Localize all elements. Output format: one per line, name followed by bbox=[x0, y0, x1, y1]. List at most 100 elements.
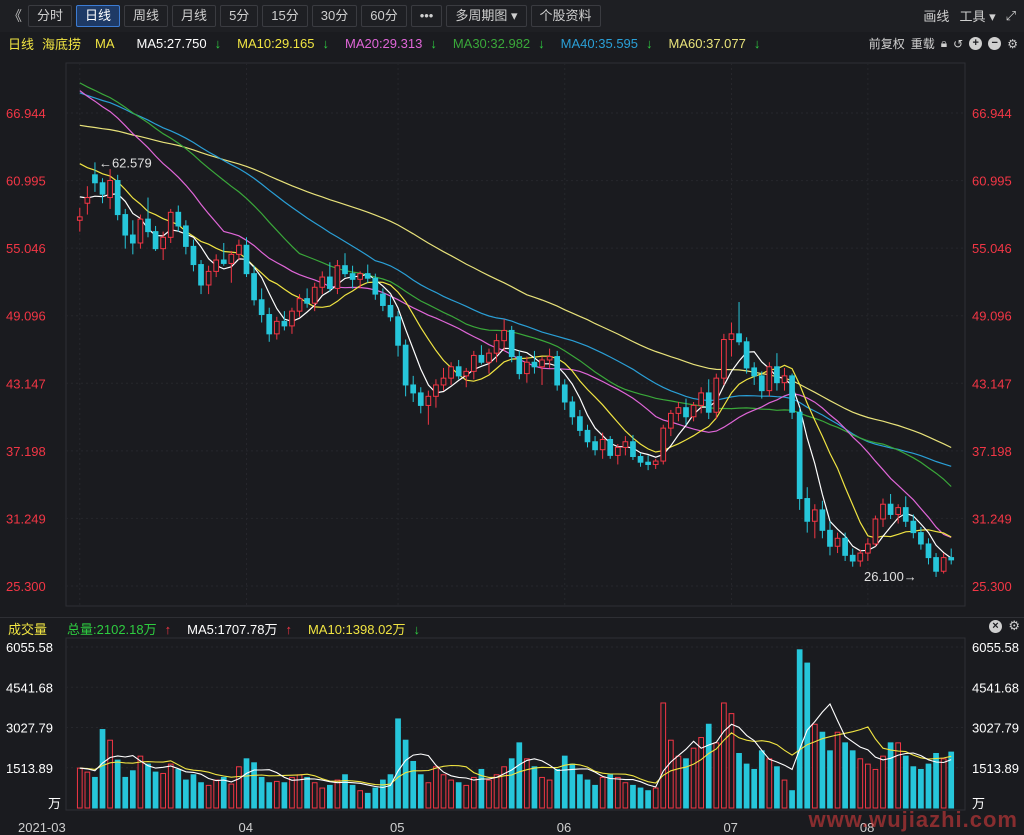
candle-body bbox=[304, 298, 310, 304]
candle-body bbox=[455, 366, 462, 377]
candle-body bbox=[645, 461, 651, 465]
volume-tick-right: 1513.89 bbox=[972, 761, 1019, 776]
candle-body bbox=[417, 392, 424, 406]
x-tick-label: 07 bbox=[723, 820, 737, 835]
x-tick-label: 06 bbox=[557, 820, 571, 835]
volume-bar bbox=[925, 763, 932, 809]
volume-bar bbox=[630, 784, 636, 809]
candle-body bbox=[319, 276, 326, 288]
volume-bar bbox=[690, 747, 697, 809]
volume-bar bbox=[584, 779, 591, 809]
volume-bar bbox=[880, 755, 886, 809]
volume-bar bbox=[349, 784, 356, 809]
candle-body bbox=[463, 370, 470, 377]
candle-body bbox=[721, 339, 727, 379]
candle-body bbox=[675, 407, 682, 414]
volume-bar bbox=[940, 758, 947, 809]
volume-bar bbox=[728, 713, 735, 809]
candle-body bbox=[736, 333, 742, 343]
volume-bar bbox=[281, 782, 288, 809]
candle-body bbox=[327, 276, 333, 289]
candle-body bbox=[667, 412, 674, 429]
volume-bar bbox=[198, 782, 204, 809]
candle-body bbox=[910, 520, 917, 534]
candle-body bbox=[364, 273, 371, 279]
volume-bar bbox=[849, 750, 856, 809]
candle-body bbox=[478, 354, 485, 363]
volume-bar bbox=[857, 758, 864, 809]
candle-body bbox=[880, 503, 886, 520]
low-annotation: 26.100→ bbox=[864, 569, 917, 584]
candle-body bbox=[592, 441, 598, 451]
price-tick-left: 37.198 bbox=[6, 444, 46, 459]
candle-body bbox=[857, 552, 864, 562]
candle-body bbox=[342, 265, 348, 275]
candle-body bbox=[758, 375, 765, 392]
candle-body bbox=[524, 361, 530, 375]
volume-bar bbox=[637, 787, 644, 809]
volume-bar bbox=[796, 649, 803, 809]
x-tick-label: 04 bbox=[238, 820, 252, 835]
volume-bar bbox=[114, 759, 121, 809]
volume-bar bbox=[705, 723, 712, 809]
candle-body bbox=[834, 537, 841, 547]
candle-body bbox=[152, 231, 159, 250]
volume-bar bbox=[652, 787, 659, 809]
candle-body bbox=[902, 507, 909, 522]
volume-bar bbox=[266, 782, 273, 809]
candle-body bbox=[236, 244, 242, 255]
volume-bar bbox=[486, 779, 492, 809]
candle-body bbox=[774, 366, 780, 384]
stock-chart[interactable]: 66.944 66.944 60.995 60.995 55.046 55.046 49.0… bbox=[0, 0, 1024, 835]
ma20-line bbox=[79, 90, 952, 538]
price-tick-right: 31.249 bbox=[972, 511, 1012, 526]
candle-body bbox=[895, 507, 902, 515]
candle-body bbox=[160, 236, 166, 250]
candle-body bbox=[205, 270, 212, 286]
candle-body bbox=[175, 211, 182, 227]
volume-bar bbox=[425, 782, 432, 809]
candle-body bbox=[387, 304, 394, 318]
candle-body bbox=[539, 359, 545, 368]
price-tick-right: 43.147 bbox=[972, 376, 1012, 391]
candle-body bbox=[402, 344, 409, 386]
price-tick-right: 55.046 bbox=[972, 241, 1012, 256]
candle-body bbox=[554, 356, 561, 386]
volume-bar bbox=[667, 739, 674, 809]
volume-bar bbox=[592, 784, 598, 809]
volume-tick-left: 6055.58 bbox=[6, 640, 53, 655]
candle-body bbox=[107, 180, 113, 199]
candle-body bbox=[410, 384, 417, 394]
candle-body bbox=[92, 174, 98, 184]
volume-bar bbox=[342, 774, 348, 809]
volume-bar bbox=[137, 755, 144, 809]
price-tick-right: 60.995 bbox=[972, 174, 1012, 189]
candle-body bbox=[243, 244, 250, 275]
volume-bar bbox=[834, 731, 841, 809]
volume-bar bbox=[167, 763, 174, 809]
volume-bar bbox=[334, 779, 341, 809]
candle-body bbox=[433, 384, 439, 397]
candle-body bbox=[266, 314, 273, 335]
candle-body bbox=[190, 245, 197, 266]
price-tick-left: 55.046 bbox=[6, 241, 46, 256]
x-tick-label: 05 bbox=[390, 820, 404, 835]
candle-body bbox=[660, 427, 667, 462]
price-tick-left: 60.995 bbox=[6, 174, 46, 189]
candle-body bbox=[872, 518, 879, 545]
volume-bar bbox=[622, 782, 629, 809]
volume-bar bbox=[107, 739, 113, 809]
volume-bar bbox=[145, 763, 151, 809]
volume-bar bbox=[289, 776, 295, 809]
candle-body bbox=[99, 182, 106, 195]
volume-bar bbox=[76, 767, 83, 809]
candle-body bbox=[865, 543, 871, 554]
volume-bar bbox=[92, 776, 98, 809]
candle-body bbox=[940, 557, 947, 572]
candle-body bbox=[933, 557, 939, 572]
ma60-line bbox=[79, 124, 952, 449]
volume-bar bbox=[372, 787, 379, 809]
candle-body bbox=[228, 253, 235, 264]
volume-bar bbox=[766, 758, 773, 809]
volume-bar bbox=[160, 772, 166, 809]
